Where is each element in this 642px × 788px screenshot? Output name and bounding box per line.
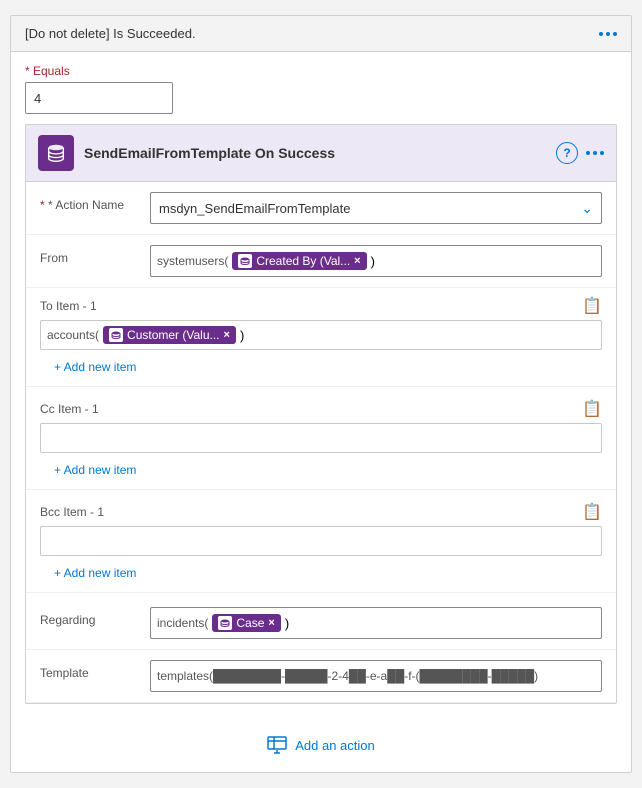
card-body: * * Action Name msdyn_SendEmailFromTempl… xyxy=(26,182,616,703)
regarding-token-icon xyxy=(218,616,232,630)
copy-icon[interactable]: 📋 xyxy=(582,296,602,316)
from-row: From systemusers( Cr xyxy=(26,235,616,288)
equals-input[interactable] xyxy=(25,82,173,114)
to-label: To Item - 1 xyxy=(40,299,97,313)
to-header: To Item - 1 📋 xyxy=(26,288,616,320)
to-token-box[interactable]: accounts( Customer (Valu... × xyxy=(40,320,602,350)
from-token-close[interactable]: × xyxy=(354,255,360,267)
outer-header-title: [Do not delete] Is Succeeded. xyxy=(25,26,196,41)
outer-header: [Do not delete] Is Succeeded. xyxy=(11,16,631,52)
regarding-row: Regarding incidents( xyxy=(26,597,616,650)
regarding-prefix: incidents( xyxy=(157,616,208,630)
bcc-header: Bcc Item - 1 📋 xyxy=(26,494,616,526)
from-token-icon xyxy=(238,254,252,268)
action-name-row: * * Action Name msdyn_SendEmailFromTempl… xyxy=(26,182,616,235)
bcc-input-row: + Add new item xyxy=(26,526,616,588)
cc-section: Cc Item - 1 📋 + Add new item xyxy=(26,391,616,490)
template-token-box[interactable]: templates(████████-█████-2-4██-e-a██-f-(… xyxy=(150,660,602,692)
to-prefix: accounts( xyxy=(47,328,99,342)
from-prefix: systemusers( xyxy=(157,254,228,268)
equals-section: * Equals xyxy=(11,52,631,124)
template-label: Template xyxy=(40,660,150,680)
to-token-close[interactable]: × xyxy=(224,329,230,341)
to-add-new-item-button[interactable]: + Add new item xyxy=(40,356,150,378)
to-section: To Item - 1 📋 accounts( xyxy=(26,288,616,387)
to-input-row: accounts( Customer (Valu... × xyxy=(26,320,616,382)
add-action-row[interactable]: Add an action xyxy=(11,718,631,772)
bcc-add-new-item-button[interactable]: + Add new item xyxy=(40,562,150,584)
regarding-label: Regarding xyxy=(40,607,150,627)
from-value: systemusers( Created By (Val... × xyxy=(150,245,602,277)
to-token: Customer (Valu... × xyxy=(103,326,236,344)
main-card: [Do not delete] Is Succeeded. * Equals S… xyxy=(10,15,632,773)
bcc-token-box[interactable] xyxy=(40,526,602,556)
cc-input-row: + Add new item xyxy=(26,423,616,485)
more-options-button[interactable] xyxy=(599,32,617,36)
cc-label: Cc Item - 1 xyxy=(40,402,99,416)
regarding-token-box[interactable]: incidents( Case × xyxy=(150,607,602,639)
help-button[interactable]: ? xyxy=(556,142,578,164)
chevron-down-icon: ⌄ xyxy=(581,200,593,217)
regarding-value: incidents( Case × xyxy=(150,607,602,639)
add-action-icon xyxy=(267,736,287,754)
to-token-icon xyxy=(109,328,123,342)
from-token-box[interactable]: systemusers( Created By (Val... × xyxy=(150,245,602,277)
equals-label: * Equals xyxy=(25,64,617,78)
action-name-label: * * Action Name xyxy=(40,192,150,212)
action-card: SendEmailFromTemplate On Success ? * * A… xyxy=(25,124,617,704)
action-name-select[interactable]: msdyn_SendEmailFromTemplate ⌄ xyxy=(150,192,602,224)
bcc-label: Bcc Item - 1 xyxy=(40,505,104,519)
regarding-token-close[interactable]: × xyxy=(268,617,274,629)
template-value-wrap: templates(████████-█████-2-4██-e-a██-f-(… xyxy=(150,660,602,692)
cc-add-new-item-button[interactable]: + Add new item xyxy=(40,459,150,481)
action-icon-wrap xyxy=(38,135,74,171)
cc-copy-icon[interactable]: 📋 xyxy=(582,399,602,419)
template-value: templates(████████-█████-2-4██-e-a██-f-(… xyxy=(157,669,538,683)
database-icon xyxy=(45,142,67,164)
cc-header: Cc Item - 1 📋 xyxy=(26,391,616,423)
action-card-title: SendEmailFromTemplate On Success xyxy=(84,145,556,161)
action-card-header: SendEmailFromTemplate On Success ? xyxy=(26,125,616,182)
action-card-controls: ? xyxy=(556,142,604,164)
template-row: Template templates(████████-█████-2-4██-… xyxy=(26,650,616,703)
action-name-value: msdyn_SendEmailFromTemplate ⌄ xyxy=(150,192,602,224)
add-action-svg-icon xyxy=(267,736,287,754)
cc-token-box[interactable] xyxy=(40,423,602,453)
bcc-copy-icon[interactable]: 📋 xyxy=(582,502,602,522)
from-token: Created By (Val... × xyxy=(232,252,366,270)
add-action-label: Add an action xyxy=(295,738,375,753)
from-label: From xyxy=(40,245,150,265)
bcc-section: Bcc Item - 1 📋 + Add new item xyxy=(26,494,616,593)
regarding-token: Case × xyxy=(212,614,280,632)
action-more-options-button[interactable] xyxy=(586,151,604,155)
